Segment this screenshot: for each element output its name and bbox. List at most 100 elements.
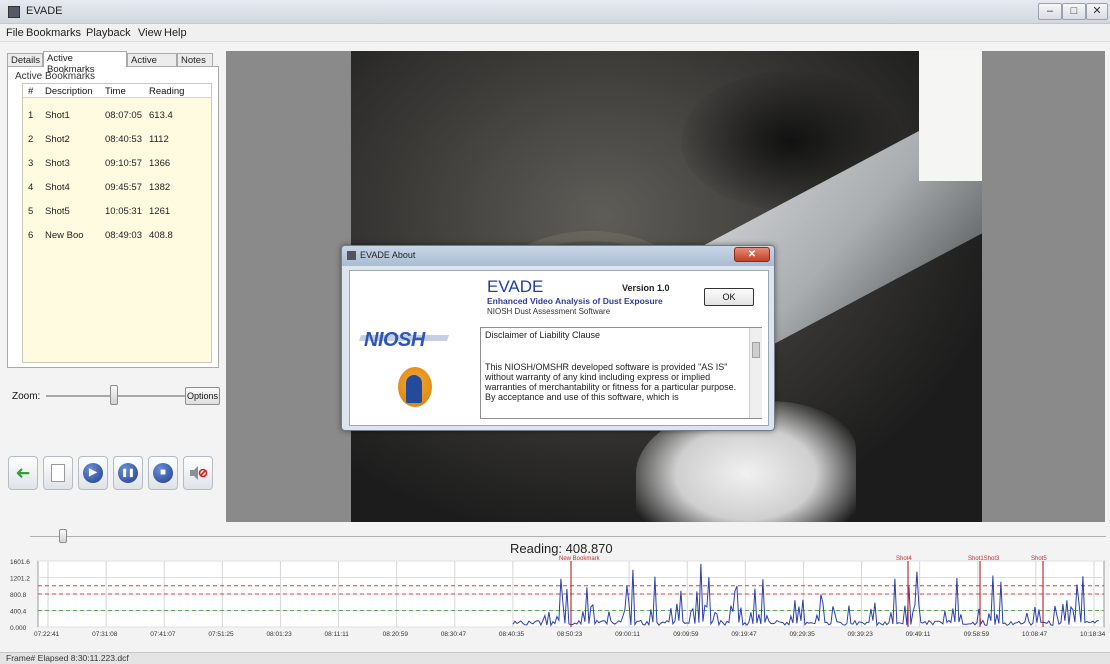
time-slider-track[interactable] [30,536,1106,537]
scrollbar-thumb[interactable] [752,342,760,358]
y-tick-label: 1601.6 [10,559,30,566]
row-description: Shot3 [45,158,70,169]
dialog-title-bar[interactable]: EVADE About ✕ [342,246,774,266]
row-reading: 1382 [149,182,171,193]
row-description: Shot4 [45,182,70,193]
column-header-reading[interactable]: Reading [149,86,184,97]
play-icon: ▶ [83,463,103,483]
row-time: 08:49:03 [105,230,142,241]
table-row[interactable]: 1 Shot1 08:07:05 613.4 [23,108,211,122]
tab-notes[interactable]: Notes [177,53,213,67]
event-marker-label: Shot1Shot3 [968,556,1000,562]
table-row[interactable]: 3 Shot3 09:10:57 1366 [23,156,211,170]
worker-logo-icon [398,367,432,407]
playback-toolbar: ➜ ▶ ❚❚ ■ [8,456,220,496]
dialog-icon [347,251,356,260]
bookmarks-table: # Description Time Reading 1 Shot1 08:07… [22,83,212,363]
disclaimer-text: This NIOSH/OMSHR developed software is p… [485,362,737,402]
stop-button[interactable]: ■ [148,456,178,490]
video-highlight [919,51,982,181]
menu-view[interactable]: View [138,27,162,39]
row-time: 09:45:57 [105,182,142,193]
worker-figure [406,375,422,403]
back-arrow-icon: ➜ [15,463,31,484]
row-time: 08:40:53 [105,134,142,145]
back-button[interactable]: ➜ [8,456,38,490]
zoom-label: Zoom: [12,391,41,402]
document-icon [51,464,65,482]
menu-bookmarks[interactable]: Bookmarks [26,27,81,39]
row-number: 2 [28,134,34,145]
table-row[interactable]: 5 Shot5 10:05:31 1261 [23,204,211,218]
x-tick-label: 09:29:35 [789,631,815,638]
options-button[interactable]: Options [185,387,220,405]
x-tick-label: 07:41:07 [150,631,176,638]
new-document-button[interactable] [43,456,73,490]
maximize-button[interactable]: □ [1062,3,1086,20]
x-tick-label: 09:00:11 [615,631,640,638]
app-icon [8,6,20,18]
bookmarks-panel: Active Bookmarks # Description Time Read… [7,66,219,368]
tab-active-bookmarks[interactable]: Active Bookmarks [43,51,127,75]
time-slider-thumb[interactable] [59,529,67,543]
disclaimer-title: Disclaimer of Liability Clause [485,330,601,340]
column-header-time[interactable]: Time [105,86,126,97]
status-text: Frame# Elapsed 8:30:11.223.dcf [6,653,129,663]
menu-help[interactable]: Help [164,27,187,39]
row-time: 08:07:05 [105,110,142,121]
zoom-slider-thumb[interactable] [110,385,118,405]
column-header-number[interactable]: # [28,86,33,97]
minimize-button[interactable]: – [1038,3,1062,20]
x-tick-label: 09:39:23 [848,631,874,638]
x-tick-label: 08:01:23 [266,631,292,638]
app-version: Version 1.0 [622,283,670,293]
tab-details[interactable]: Details [7,53,43,67]
menu-file[interactable]: File [6,27,24,39]
x-tick-label: 09:19:47 [731,631,757,638]
column-header-description[interactable]: Description [45,86,93,97]
dialog-body: EVADE Version 1.0 Enhanced Video Analysi… [349,270,769,426]
dialog-title: EVADE About [360,250,416,260]
dialog-close-button[interactable]: ✕ [734,247,770,262]
menu-bar: File Bookmarks Playback View Help [0,24,1110,42]
x-tick-label: 08:30:47 [441,631,467,638]
mute-button[interactable] [183,456,213,490]
tab-strip: Details Active Bookmarks Active Files No… [7,51,219,77]
mute-icon [189,466,208,480]
app-full-name: Enhanced Video Analysis of Dust Exposure [487,296,663,306]
tab-active-files[interactable]: Active Files [127,53,177,77]
x-tick-label: 09:49:11 [906,631,931,638]
title-bar: EVADE – □ ✕ [0,0,1110,24]
x-tick-label: 08:11:11 [325,631,350,638]
y-tick-label: 800.8 [10,592,27,599]
app-name: EVADE [487,277,544,296]
ok-button[interactable]: OK [704,288,754,306]
menu-playback[interactable]: Playback [86,27,131,39]
bookmarks-table-header: # Description Time Reading [23,84,211,98]
window-title: EVADE [26,5,63,17]
table-row[interactable]: 4 Shot4 09:45:57 1382 [23,180,211,194]
row-reading: 1112 [149,134,169,145]
row-description: Shot2 [45,134,70,145]
x-tick-label: 08:50:23 [557,631,583,638]
row-reading: 408.8 [149,230,173,241]
reading-chart[interactable]: 1601.6 1201.2 800.8 400.4 0.000 07:22:41 07:31… [8,553,1108,648]
row-description: Shot1 [45,110,70,121]
disclaimer-scrollbar[interactable] [749,328,762,418]
zoom-control: Zoom: Options [8,382,220,408]
row-reading: 1366 [149,158,171,169]
row-number: 4 [28,182,34,193]
x-tick-label: 09:58:59 [964,631,990,638]
table-row[interactable]: 6 New Boo 08:49:03 408.8 [23,228,211,242]
disclaimer-textbox[interactable]: Disclaimer of Liability Clause This NIOS… [480,327,762,419]
table-row[interactable]: 2 Shot2 08:40:53 1112 [23,132,211,146]
row-reading: 613.4 [149,110,173,121]
x-tick-label: 07:51:25 [208,631,234,638]
play-button[interactable]: ▶ [78,456,108,490]
app-window: EVADE – □ ✕ File Bookmarks Playback View… [0,0,1110,664]
close-button[interactable]: ✕ [1086,3,1108,20]
status-bar: Frame# Elapsed 8:30:11.223.dcf [0,652,1110,664]
row-number: 5 [28,206,34,217]
pause-button[interactable]: ❚❚ [113,456,143,490]
y-tick-label: 0.000 [10,625,27,632]
